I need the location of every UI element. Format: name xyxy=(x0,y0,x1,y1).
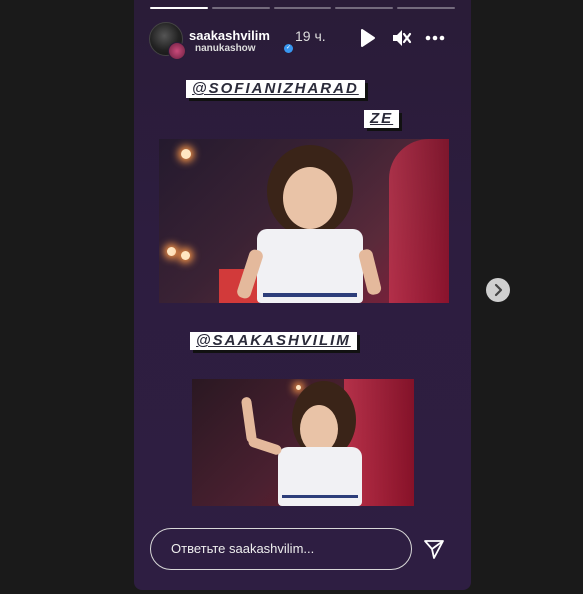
progress-segment xyxy=(211,7,270,9)
story-header: saakashvilim 19 ч. nanukashow ✓ xyxy=(149,20,459,60)
post-time: 19 ч. xyxy=(295,28,326,44)
mention-sticker-continuation[interactable]: ZE xyxy=(364,110,400,128)
secondary-avatar xyxy=(168,42,186,60)
progress-segment xyxy=(397,7,455,9)
story-progress xyxy=(150,7,455,9)
mention-sticker[interactable]: @SOFIANIZHARAD xyxy=(186,80,365,98)
send-icon[interactable] xyxy=(422,537,446,561)
chevron-right-icon[interactable] xyxy=(486,278,510,302)
story-viewer[interactable]: saakashvilim 19 ч. nanukashow ✓ @SOFIANI… xyxy=(134,0,471,590)
story-photo xyxy=(159,139,449,303)
reply-input[interactable]: Ответьте saakashvilim... xyxy=(150,528,412,570)
mention-sticker[interactable]: @SAAKASHVILIM xyxy=(190,332,357,350)
collab-username[interactable]: nanukashow xyxy=(195,43,256,54)
play-icon[interactable] xyxy=(356,27,378,49)
progress-segment xyxy=(335,7,394,9)
username[interactable]: saakashvilim xyxy=(189,28,270,43)
progress-segment xyxy=(273,7,332,9)
progress-segment xyxy=(150,7,208,9)
mute-icon[interactable] xyxy=(390,27,412,49)
verified-badge-icon: ✓ xyxy=(284,44,293,53)
story-photo xyxy=(192,379,414,506)
more-icon[interactable] xyxy=(424,27,446,49)
